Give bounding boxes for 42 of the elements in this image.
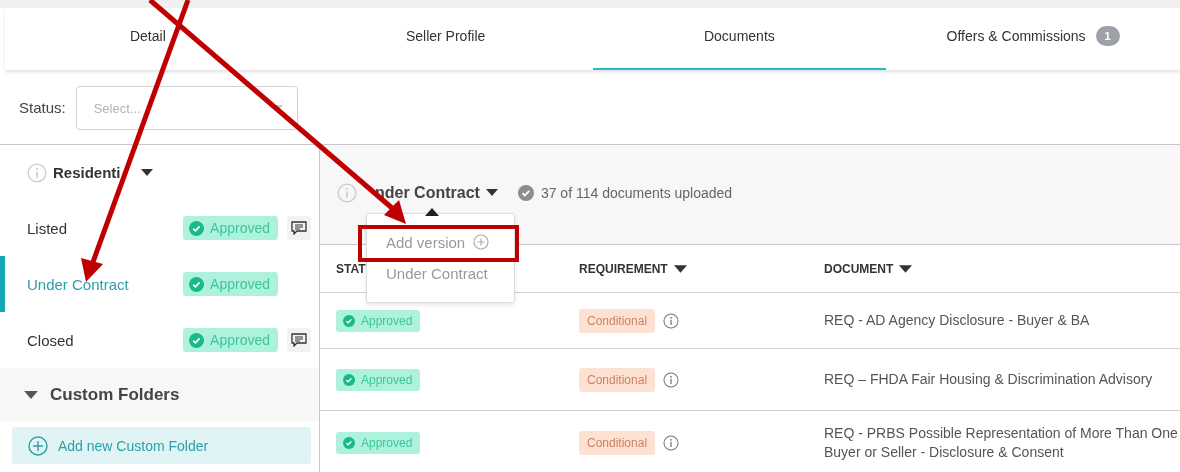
column-header[interactable]: REQUIREMENT — [563, 245, 808, 292]
tab[interactable]: Offers & Commissions 1 — [886, 8, 1180, 70]
tab[interactable]: Documents — [592, 8, 887, 70]
conditional-badge: Conditional — [579, 431, 656, 455]
approved-badge: Approved — [336, 309, 421, 332]
caret-icon — [485, 189, 498, 196]
document-name[interactable]: REQ - PRBS Possible Representation of More Than One Buyer or Seller - Disclosure & Consent — [824, 424, 1180, 462]
approved-badge: Approved — [183, 272, 278, 296]
tab[interactable]: Seller Profile — [298, 8, 593, 70]
info-icon[interactable] — [663, 371, 680, 388]
approved-badge: Approved — [336, 368, 421, 391]
custom-folders-header[interactable]: Custom Folders — [0, 368, 319, 421]
info-icon[interactable] — [663, 435, 680, 451]
conditional-badge: Conditional — [579, 308, 656, 333]
caret-icon — [140, 169, 153, 176]
document-name[interactable]: REQ – FHDA Fair Housing & Discrimination Advisory — [824, 370, 1153, 389]
status-label: Status: — [19, 98, 66, 116]
group-title[interactable]: Residenti — [53, 164, 121, 181]
caret-icon — [425, 208, 439, 216]
conditional-badge: Conditional — [579, 367, 656, 392]
caret-icon — [24, 390, 38, 399]
comment-button[interactable] — [287, 328, 311, 352]
document-name[interactable]: REQ - AD Agency Disclosure - Buyer & BA — [824, 311, 1090, 330]
check-circle-icon — [343, 314, 355, 327]
plus-circle-icon — [473, 234, 490, 250]
comment-button[interactable] — [287, 216, 311, 240]
caret-icon — [899, 264, 913, 273]
caret-icon — [673, 264, 687, 273]
check-circle-icon — [189, 220, 205, 236]
check-circle-icon — [343, 373, 355, 386]
check-circle-icon — [189, 276, 205, 292]
approved-badge: Approved — [336, 432, 421, 454]
plus-circle-icon — [28, 435, 48, 456]
check-circle-icon — [517, 184, 534, 201]
tab[interactable]: Detail — [5, 8, 299, 70]
info-icon[interactable] — [663, 312, 680, 329]
count-badge: 1 — [1095, 26, 1120, 46]
approved-badge: Approved — [183, 216, 278, 240]
column-header[interactable]: DOCUMENT — [808, 245, 1180, 292]
check-circle-icon — [343, 437, 355, 449]
check-circle-icon — [189, 332, 205, 348]
approved-badge: Approved — [183, 328, 278, 352]
